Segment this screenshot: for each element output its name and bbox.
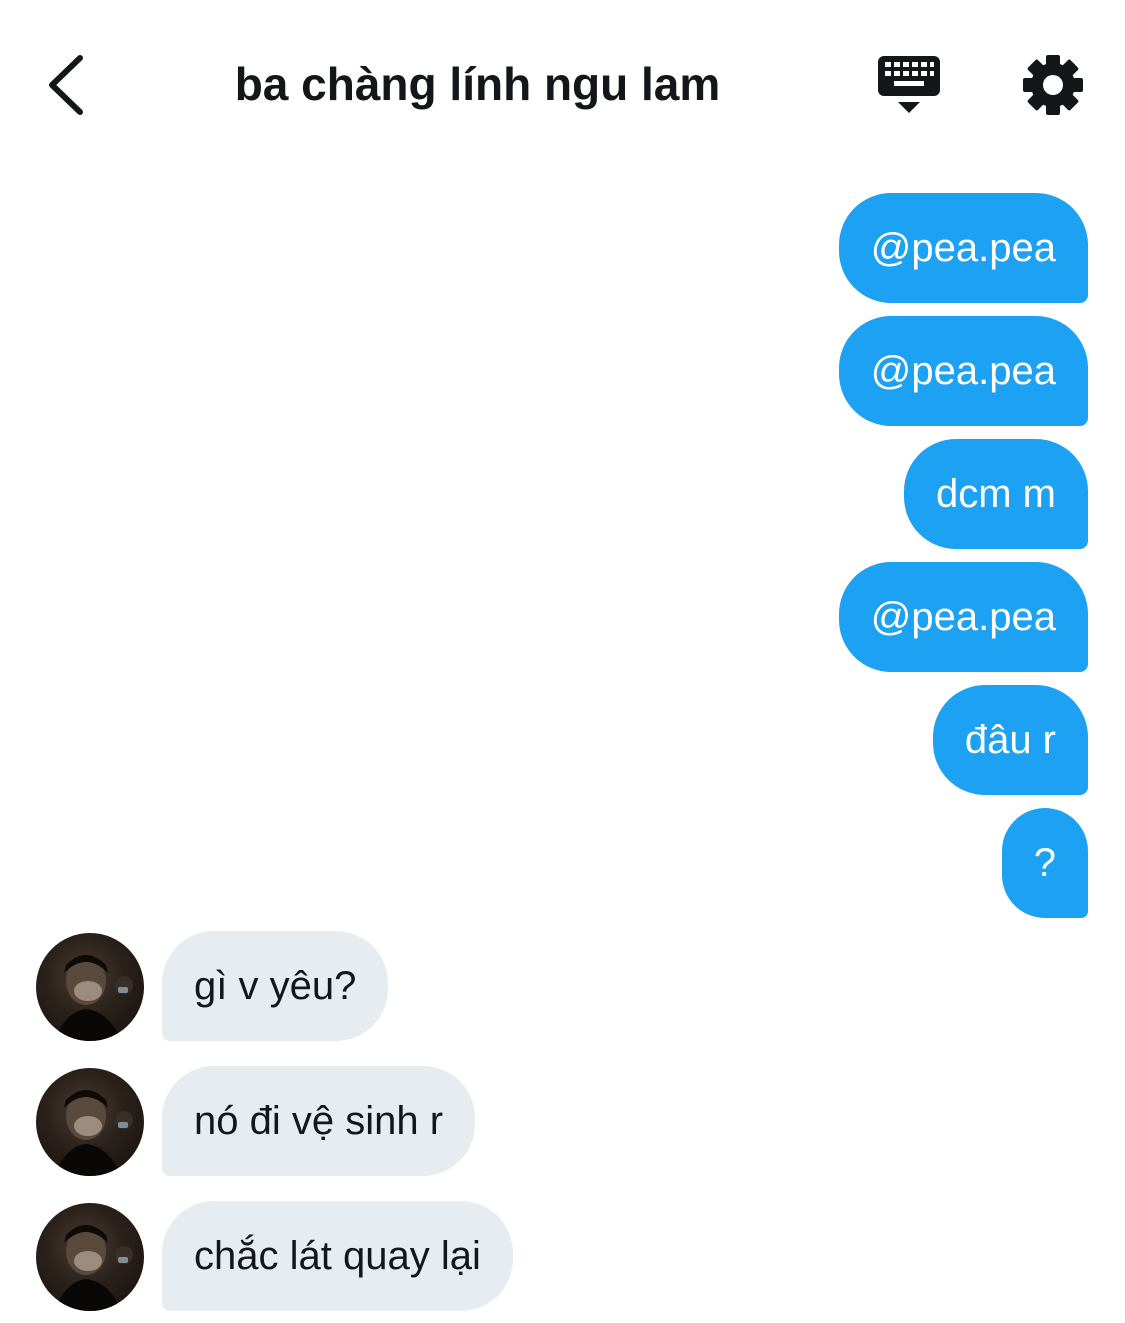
incoming-message-bubble[interactable]: gì v yêu? <box>162 931 389 1041</box>
back-button[interactable] <box>40 50 100 120</box>
conversation-header: ba chàng lính ngu lam <box>0 0 1125 170</box>
outgoing-message-bubble[interactable]: đâu r <box>932 685 1088 795</box>
outgoing-message-bubble[interactable]: ? <box>1001 808 1088 918</box>
avatar-photo-icon <box>54 955 133 1041</box>
sender-avatar[interactable] <box>36 1068 144 1176</box>
gear-icon <box>1023 55 1083 115</box>
chevron-left-icon <box>49 55 83 115</box>
sender-avatar[interactable] <box>36 933 144 1041</box>
avatar-photo-icon <box>54 1090 133 1176</box>
outgoing-message-bubble[interactable]: @pea.pea <box>838 316 1088 426</box>
keyboard-icon <box>878 56 940 113</box>
conversation-title[interactable]: ba chàng lính ngu lam <box>190 56 765 112</box>
incoming-message-bubble[interactable]: nó đi vệ sinh r <box>162 1066 476 1176</box>
avatar-photo-icon <box>54 1225 133 1311</box>
sender-avatar[interactable] <box>36 1203 144 1311</box>
outgoing-message-bubble[interactable]: @pea.pea <box>838 562 1088 672</box>
outgoing-message-bubble[interactable]: @pea.pea <box>838 193 1088 303</box>
settings-button[interactable] <box>1018 50 1088 120</box>
outgoing-message-bubble[interactable]: dcm m <box>904 439 1088 549</box>
incoming-message-bubble[interactable]: chắc lát quay lại <box>162 1201 513 1311</box>
keyboard-toggle-button[interactable] <box>874 50 944 120</box>
